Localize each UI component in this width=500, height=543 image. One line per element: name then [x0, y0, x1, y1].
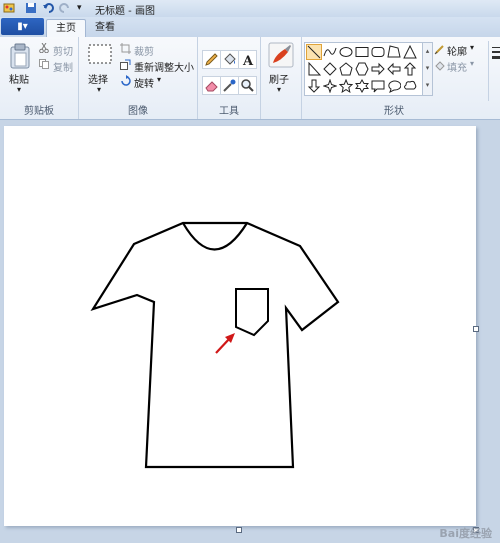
redo-icon[interactable]: [59, 2, 71, 14]
rectangle-callout-shape-icon[interactable]: [371, 79, 385, 93]
window-title: 无标题 - 画图: [95, 6, 155, 17]
shapes-group-label: 形状: [384, 106, 404, 117]
cut-button[interactable]: 剪切: [53, 43, 73, 58]
up-arrow-shape-icon[interactable]: [403, 62, 417, 76]
paste-button[interactable]: 粘贴: [9, 71, 29, 86]
resize-handle-right[interactable]: [473, 326, 479, 332]
outline-button[interactable]: 轮廓: [447, 43, 467, 58]
left-arrow-shape-icon[interactable]: [387, 62, 401, 76]
rotate-button[interactable]: 旋转: [134, 75, 154, 90]
line-size-icon[interactable]: [489, 41, 500, 71]
ribbon: 粘贴 ▾ 剪切 复制 剪贴板 选择 ▾ 裁剪 重新调整大小 旋转 ▾ 图像 A: [0, 37, 500, 120]
crop-button[interactable]: 裁剪: [134, 43, 154, 58]
fill-tool[interactable]: [220, 50, 239, 69]
rectangle-shape-icon[interactable]: [355, 45, 369, 59]
t-shirt-outline: [90, 221, 340, 469]
tab-view[interactable]: 查看: [86, 19, 124, 36]
right-triangle-shape-icon[interactable]: [307, 62, 321, 76]
tools-group-label: 工具: [219, 106, 239, 117]
select-icon[interactable]: [88, 44, 112, 66]
shapes-gallery-scroll[interactable]: ▴ ▾ ▾: [422, 42, 433, 96]
rotate-dropdown-icon[interactable]: ▾: [157, 75, 161, 84]
oval-callout-shape-icon[interactable]: [387, 79, 401, 93]
diamond-shape-icon[interactable]: [323, 62, 337, 76]
five-point-star-shape-icon[interactable]: [339, 79, 353, 93]
resize-icon: [120, 59, 131, 70]
undo-icon[interactable]: [42, 2, 54, 14]
pentagon-shape-icon[interactable]: [339, 62, 353, 76]
copy-icon: [39, 59, 49, 69]
pencil-tool[interactable]: [202, 50, 221, 69]
triangle-shape-icon[interactable]: [403, 45, 417, 59]
svg-text:A: A: [242, 54, 254, 68]
right-arrow-shape-icon[interactable]: [371, 62, 385, 76]
down-arrow-shape-icon[interactable]: [307, 79, 321, 93]
shapes-gallery: [304, 42, 424, 96]
eraser-icon: [205, 81, 218, 92]
line-shape-icon[interactable]: [306, 44, 322, 60]
cut-icon: [39, 43, 49, 53]
brushes-group: 刷子 ▾: [261, 37, 302, 119]
fill-bucket-icon: [224, 53, 236, 65]
hexagon-shape-icon[interactable]: [355, 62, 369, 76]
save-icon[interactable]: [25, 2, 37, 14]
copy-button[interactable]: 复制: [53, 59, 73, 74]
four-point-star-shape-icon[interactable]: [323, 79, 337, 93]
rotate-icon: [121, 75, 131, 86]
text-tool[interactable]: A: [238, 50, 257, 69]
fill-dropdown-icon[interactable]: ▾: [470, 59, 474, 68]
select-dropdown-icon[interactable]: ▾: [97, 85, 101, 94]
file-menu-button[interactable]: ▮▾: [1, 18, 44, 35]
size-group: [488, 41, 500, 101]
tab-home[interactable]: 主页: [46, 19, 86, 37]
drawing-canvas[interactable]: [4, 126, 476, 526]
watermark: Bai度经验: [439, 527, 492, 540]
image-group-label: 图像: [128, 106, 148, 117]
t-shirt-drawing: [90, 221, 340, 469]
clipboard-group-label: 剪贴板: [24, 106, 54, 117]
polygon-shape-icon[interactable]: [387, 45, 401, 59]
clipboard-group: 粘贴 ▾ 剪切 复制 剪贴板: [0, 37, 79, 119]
rounded-rectangle-shape-icon[interactable]: [371, 45, 385, 59]
workspace: Bai度经验: [0, 120, 500, 543]
paint-app-icon[interactable]: [3, 2, 15, 14]
brushes-dropdown-icon[interactable]: ▾: [277, 85, 281, 94]
ribbon-tabs: ▮▾ 主页 查看: [0, 17, 500, 37]
color-picker-tool[interactable]: [220, 76, 239, 95]
outline-dropdown-icon[interactable]: ▾: [470, 43, 474, 52]
outline-icon: [434, 45, 444, 55]
tools-group: A 工具: [198, 37, 261, 119]
eyedropper-icon: [223, 79, 236, 92]
paste-icon[interactable]: [9, 43, 31, 69]
image-group: 选择 ▾ 裁剪 重新调整大小 旋转 ▾ 图像: [79, 37, 198, 119]
six-point-star-shape-icon[interactable]: [355, 79, 369, 93]
customize-toolbar-icon[interactable]: ▾: [77, 2, 89, 14]
paste-dropdown-icon[interactable]: ▾: [17, 85, 21, 94]
curve-shape-icon[interactable]: [323, 45, 337, 59]
eraser-tool[interactable]: [202, 76, 221, 95]
oval-shape-icon[interactable]: [339, 45, 353, 59]
cloud-callout-shape-icon[interactable]: [403, 79, 417, 93]
resize-handle-bottom[interactable]: [236, 527, 242, 533]
text-icon: A: [242, 54, 254, 69]
magnifier-tool[interactable]: [238, 76, 257, 95]
magnifier-icon: [241, 79, 254, 92]
brush-icon[interactable]: [267, 41, 295, 69]
pencil-icon: [205, 53, 218, 66]
brushes-button[interactable]: 刷子: [269, 71, 289, 86]
crop-icon: [120, 43, 131, 54]
resize-button[interactable]: 重新调整大小: [134, 59, 194, 74]
select-button[interactable]: 选择: [88, 71, 108, 86]
fill-button[interactable]: 填充: [447, 59, 467, 74]
fill-icon: [435, 61, 445, 71]
title-bar: ▾ 无标题 - 画图: [0, 0, 500, 18]
